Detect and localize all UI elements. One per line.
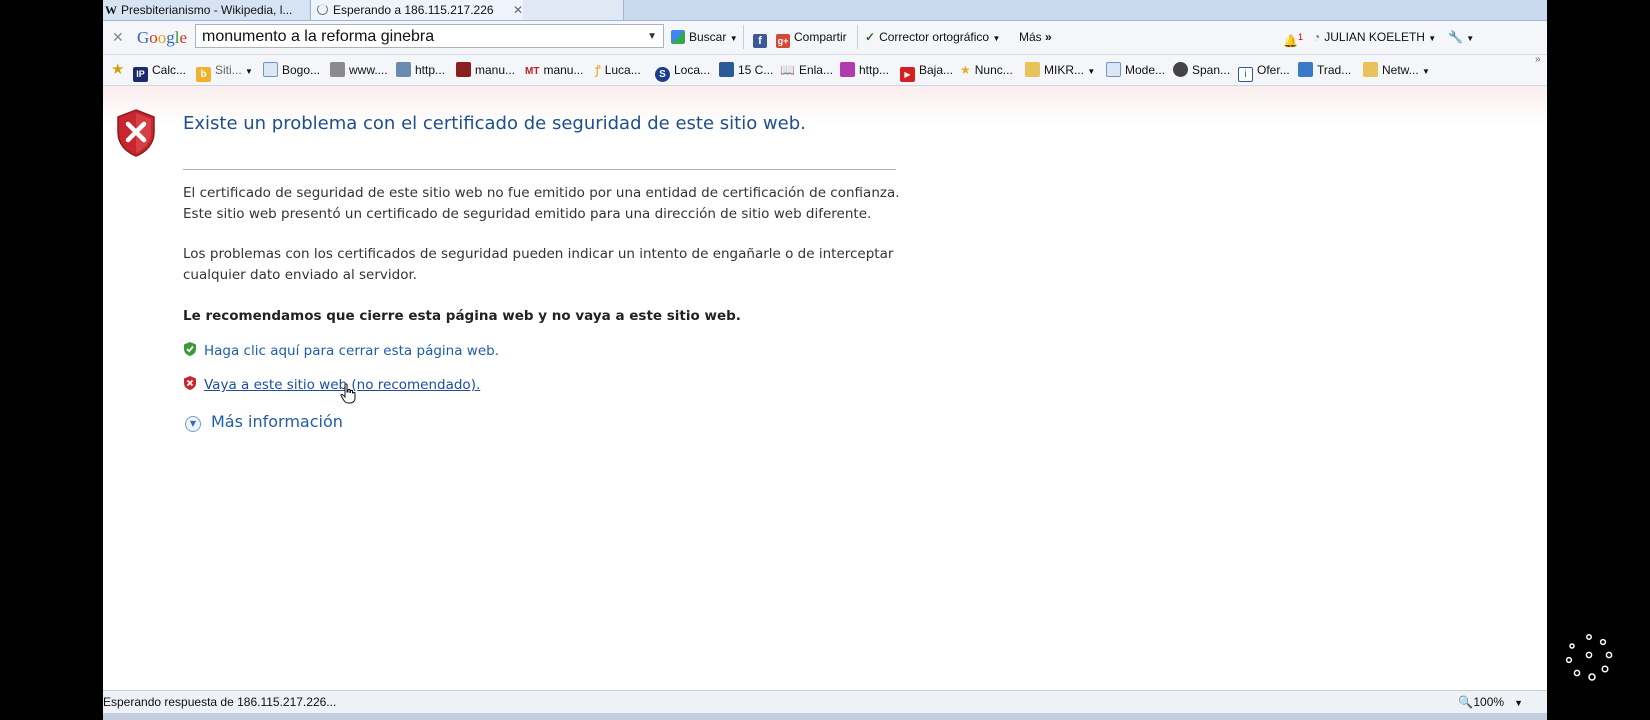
tab-active-loading[interactable]: Esperando a 186.115.217.226 ✕: [310, 0, 530, 20]
site-icon: [840, 62, 855, 77]
search-input[interactable]: monumento a la reforma ginebra ▼: [195, 24, 664, 48]
favorite-item[interactable]: http...: [840, 55, 889, 85]
buscar-button[interactable]: Buscar ▼: [671, 21, 738, 55]
google-logo: Google: [137, 28, 188, 47]
google-plus-icon: g+: [776, 34, 790, 48]
info-icon: i: [1238, 67, 1253, 82]
mt-icon: MT: [525, 66, 540, 77]
site-icon: [330, 62, 345, 77]
red-shield-x-icon: [117, 109, 155, 157]
search-history-dropdown-icon[interactable]: ▼: [647, 25, 657, 49]
google-toolbar: ✕ Google monumento a la reforma ginebra …: [103, 21, 1547, 55]
close-page-link[interactable]: Haga clic aquí para cerrar esta página w…: [183, 341, 499, 359]
folder-icon: [1363, 62, 1378, 77]
recommendation-text: Le recomendamos que cierre esta página w…: [183, 308, 741, 324]
favorite-item[interactable]: Trad...: [1298, 55, 1351, 85]
risk-description: Los problemas con los certificados de se…: [183, 246, 894, 283]
divider: [857, 25, 858, 49]
notification-button[interactable]: 🔔1: [1283, 21, 1303, 58]
status-bar: Esperando respuesta de 186.115.217.226..…: [103, 690, 1547, 713]
certificate-error-page: Existe un problema con el certificado de…: [103, 86, 1547, 690]
favorite-item[interactable]: ▶ Baja...: [900, 55, 953, 85]
page-icon: [263, 62, 278, 77]
new-tab-button[interactable]: [523, 0, 624, 20]
favorite-item[interactable]: IP Calc...: [133, 55, 186, 85]
spellcheck-icon: ✓: [865, 30, 876, 44]
red-shield-x-small-icon: [184, 376, 196, 390]
favorite-item[interactable]: 📖 Enla...: [780, 55, 833, 85]
favorites-star-icon[interactable]: ★: [111, 55, 124, 85]
facebook-icon: f: [753, 34, 767, 48]
compartir-button[interactable]: g+ Compartir: [776, 21, 847, 54]
user-account-button[interactable]: ◔ JULIAN KOELETH ▼: [1313, 21, 1436, 55]
tab-label: Presbiterianismo - Wikipedia, l...: [121, 3, 293, 17]
favorite-item[interactable]: ★ Nunc...: [960, 55, 1013, 85]
favorite-item[interactable]: Mode...: [1106, 55, 1165, 85]
favorites-bar: ★ IP Calc... b Siti... ▼ Bogo... www.... h…: [103, 55, 1547, 86]
divider: [743, 25, 744, 49]
more-info-toggle[interactable]: ▼ Más información: [185, 412, 343, 432]
translate-icon: [1298, 62, 1313, 77]
site-icon: [719, 62, 734, 77]
favorite-item[interactable]: ꝭ Luca...: [595, 55, 641, 85]
tab-label: Esperando a 186.115.217.226: [333, 3, 494, 17]
taskbar-edge: [103, 713, 1547, 720]
favorite-item[interactable]: b Siti... ▼: [196, 55, 253, 87]
more-favorites-chevron-icon[interactable]: »: [1535, 55, 1541, 65]
site-icon: ꝭ: [595, 63, 601, 77]
hand-cursor-icon: [340, 383, 356, 404]
favorite-item[interactable]: 15 C...: [719, 55, 773, 85]
continue-to-site-link[interactable]: Vaya a este sitio web (no recomendado).: [183, 375, 480, 393]
green-shield-check-icon: [184, 342, 196, 356]
s-icon: S: [655, 67, 670, 82]
wikipedia-icon: W: [105, 3, 117, 17]
close-tab-icon[interactable]: ✕: [513, 0, 523, 20]
search-value: monumento a la reforma ginebra: [202, 28, 435, 45]
folder-icon: [1025, 62, 1040, 77]
settings-button[interactable]: 🔧 ▼: [1448, 21, 1474, 55]
bell-icon: 🔔: [1283, 34, 1298, 48]
site-icon: [1173, 62, 1188, 77]
favorite-item[interactable]: i Ofer...: [1238, 55, 1290, 85]
expand-chevron-icon: ▼: [185, 416, 201, 432]
wrench-icon: 🔧: [1448, 30, 1463, 44]
page-icon: [1106, 62, 1121, 77]
favorite-item[interactable]: http...: [396, 55, 445, 85]
star-icon: ★: [960, 63, 971, 77]
bing-icon: b: [196, 67, 211, 82]
favorite-item[interactable]: MT manu...: [525, 55, 583, 87]
status-text: Esperando respuesta de 186.115.217.226..…: [103, 695, 337, 709]
error-title: Existe un problema con el certificado de…: [183, 113, 806, 134]
video-loading-spinner-icon: [1565, 634, 1613, 681]
favorite-item[interactable]: www....: [330, 55, 388, 85]
error-description: El certificado de seguridad de este siti…: [183, 185, 900, 222]
favorite-item[interactable]: Span...: [1173, 55, 1230, 85]
mas-button[interactable]: Más »: [1019, 21, 1052, 54]
tab-strip: W Presbiterianismo - Wikipedia, l... Espe…: [103, 0, 1547, 21]
loading-icon: [317, 4, 328, 15]
corrector-button[interactable]: ✓ Corrector ortográfico ▼: [865, 21, 1000, 55]
site-icon: [396, 62, 411, 77]
browser-window: W Presbiterianismo - Wikipedia, l... Espe…: [103, 0, 1547, 720]
facebook-button[interactable]: f: [753, 21, 771, 54]
book-icon: 📖: [780, 63, 795, 77]
divider: [183, 169, 896, 170]
favorite-item[interactable]: manu...: [456, 55, 515, 85]
ip-icon: IP: [133, 67, 148, 82]
site-icon: [456, 62, 471, 77]
close-toolbar-icon[interactable]: ✕: [112, 21, 124, 54]
google-search-icon: [671, 30, 685, 44]
favorite-item[interactable]: MIKR... ▼: [1025, 55, 1095, 87]
magnifier-icon: 🔍: [1458, 695, 1474, 709]
zoom-control[interactable]: 🔍100% ▼: [1458, 691, 1523, 714]
favorite-item[interactable]: Bogo...: [263, 55, 320, 85]
favorite-item[interactable]: S Loca...: [655, 55, 710, 85]
favorite-item[interactable]: Netw... ▼: [1363, 55, 1430, 87]
user-icon: ◔: [1313, 30, 1321, 44]
tab-wikipedia[interactable]: W Presbiterianismo - Wikipedia, l...: [103, 0, 309, 20]
youtube-icon: ▶: [900, 67, 915, 82]
